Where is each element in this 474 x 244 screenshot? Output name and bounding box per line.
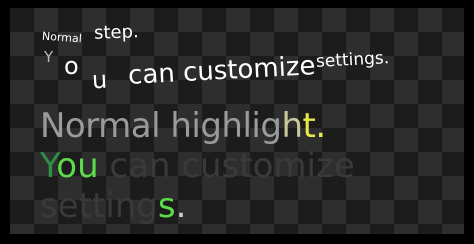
highlight-line-1: Normal highlight. [40, 106, 326, 146]
highlight-line-2-y: Y [40, 146, 57, 186]
screen-frame: Normal step. Y o u can customize setting… [0, 0, 474, 244]
highlight-line-1-dot: . [315, 106, 326, 146]
you-letter-y: Y [44, 48, 54, 66]
highlight-line-3-dot: . [175, 186, 187, 226]
highlight-line-1-hot: t [302, 106, 316, 146]
highlight-line-3-fade: setting [40, 186, 158, 226]
step-text: step. [93, 21, 140, 44]
highlight-line-2-rest: can customize [98, 146, 355, 186]
highlight-line-3: settings. [40, 186, 186, 226]
highlight-line-2: You can customize [40, 146, 355, 186]
normal-small-text: Normal [41, 29, 83, 46]
you-letter-u: u [91, 65, 108, 95]
settings-text: settings. [315, 48, 390, 72]
highlight-line-2-ou: ou [56, 146, 99, 186]
highlight-line-1-mid: h [281, 106, 303, 146]
highlight-line-1-dim: Normal highlig [40, 106, 282, 146]
you-letter-o: o [64, 52, 79, 80]
highlight-line-3-s: s [157, 186, 176, 226]
